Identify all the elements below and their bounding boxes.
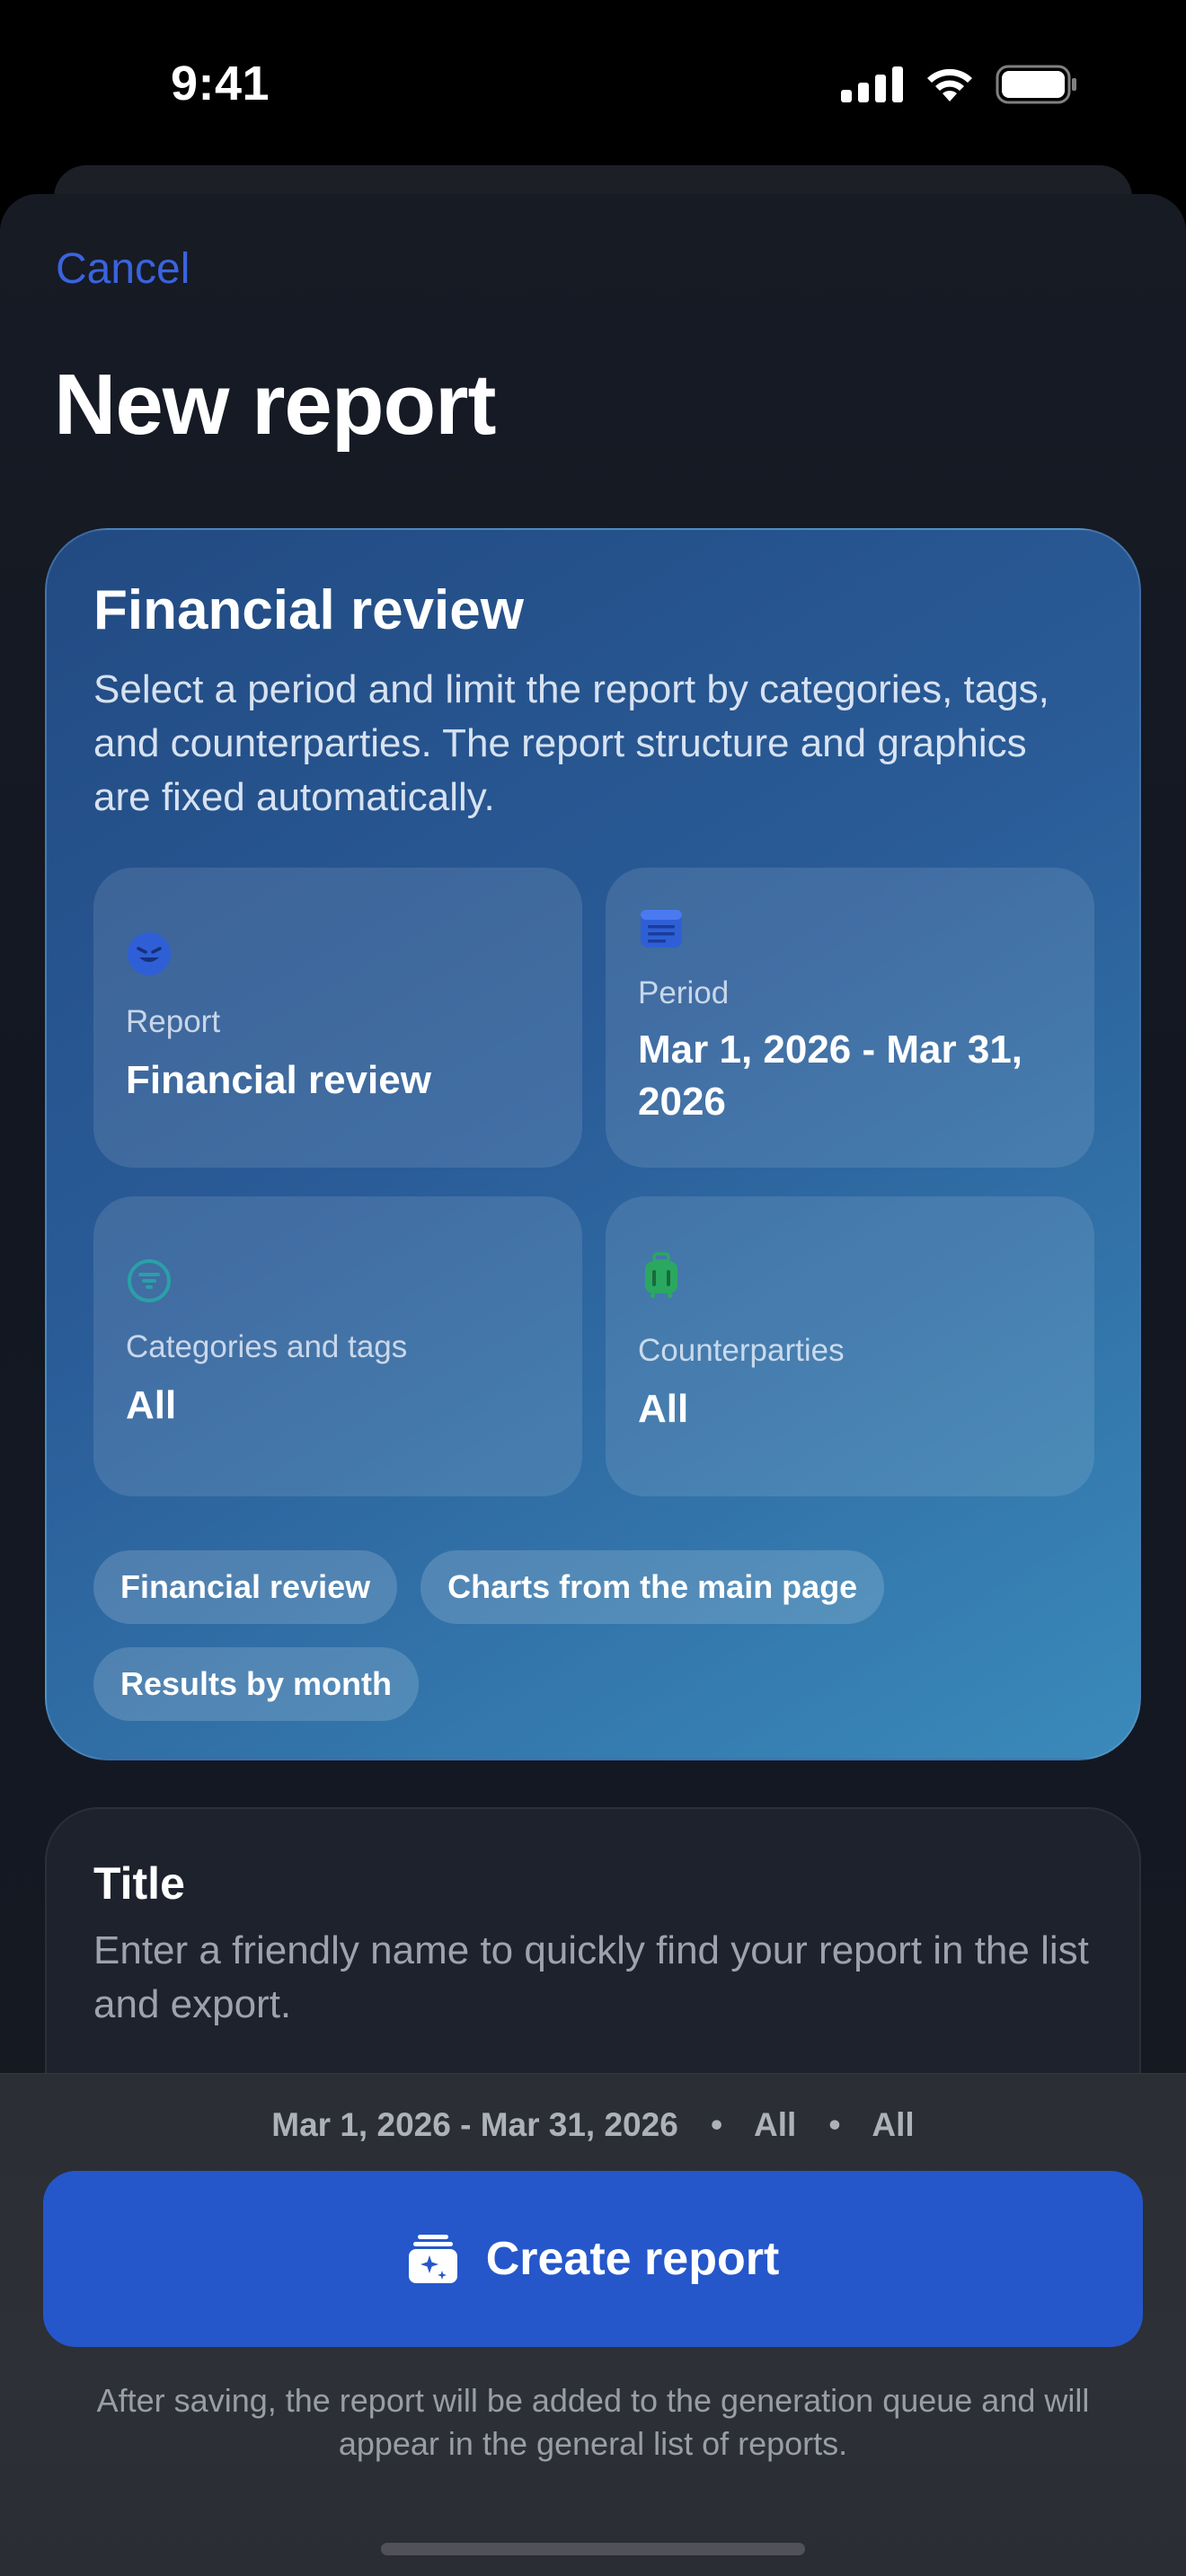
cellular-signal-icon — [841, 66, 903, 102]
tile-value: All — [638, 1387, 689, 1431]
home-indicator[interactable] — [381, 2543, 805, 2555]
cancel-button[interactable]: Cancel — [56, 244, 190, 294]
title-card-heading: Title — [93, 1858, 185, 1909]
create-report-button[interactable]: Create report — [43, 2171, 1143, 2347]
wifi-icon — [927, 68, 972, 101]
status-icons — [841, 65, 1078, 104]
financial-card-title: Financial review — [93, 579, 524, 641]
create-report-label: Create report — [485, 2233, 780, 2285]
status-bar: 9:41 — [0, 0, 1186, 180]
tile-label: Report — [126, 1004, 221, 1039]
financial-review-card: Financial review Select a period and lim… — [45, 528, 1141, 1760]
title-card-description: Enter a friendly name to quickly find yo… — [93, 1928, 1089, 2026]
tile-label: Categories and tags — [126, 1329, 408, 1364]
tile-label: Counterparties — [638, 1333, 845, 1368]
summary-separator: • — [828, 2106, 841, 2143]
report-sparkle-icon — [408, 2235, 457, 2283]
summary-period: Mar 1, 2026 - Mar 31, 2026 — [271, 2106, 678, 2143]
filter-icon — [128, 1259, 171, 1302]
report-face-icon — [128, 932, 171, 975]
categories-tags-tile[interactable]: Categories and tags All — [93, 1196, 582, 1496]
bottom-action-bar: Mar 1, 2026 - Mar 31, 2026 • All • All C… — [0, 2073, 1186, 2576]
counterparties-tile[interactable]: Counterparties All — [606, 1196, 1094, 1496]
chip-financial-review[interactable]: Financial review — [93, 1550, 398, 1624]
report-sections-row-2: Results by month — [93, 1647, 420, 1721]
battery-icon — [996, 65, 1076, 104]
report-sections-row-1: Financial review Charts from the main pa… — [93, 1550, 885, 1624]
tile-value: Mar 1, 2026 - Mar 31, 2026 — [638, 1028, 1023, 1124]
summary-categories: All — [753, 2106, 797, 2143]
financial-card-description: Select a period and limit the report by … — [93, 667, 1049, 819]
tile-label: Period — [638, 975, 730, 1010]
report-type-tile[interactable]: Report Financial review — [93, 868, 582, 1168]
chip-results-by-month[interactable]: Results by month — [93, 1647, 420, 1721]
page-title: New report — [54, 357, 496, 453]
summary-counterparties: All — [872, 2106, 915, 2143]
period-tile[interactable]: Period Mar 1, 2026 - Mar 31, 2026 — [606, 868, 1094, 1168]
screen: 9:41 Cancel New report Financial review … — [0, 0, 1186, 2576]
status-time: 9:41 — [171, 57, 270, 110]
chip-charts-main-page[interactable]: Charts from the main page — [420, 1550, 885, 1624]
tile-value: All — [126, 1383, 177, 1427]
calendar-icon — [641, 910, 682, 948]
selection-summary: Mar 1, 2026 - Mar 31, 2026 • All • All — [0, 2106, 1186, 2144]
luggage-icon — [645, 1252, 677, 1298]
tile-value: Financial review — [126, 1058, 431, 1102]
summary-separator: • — [711, 2106, 723, 2143]
save-footnote: After saving, the report will be added t… — [96, 2382, 1090, 2462]
